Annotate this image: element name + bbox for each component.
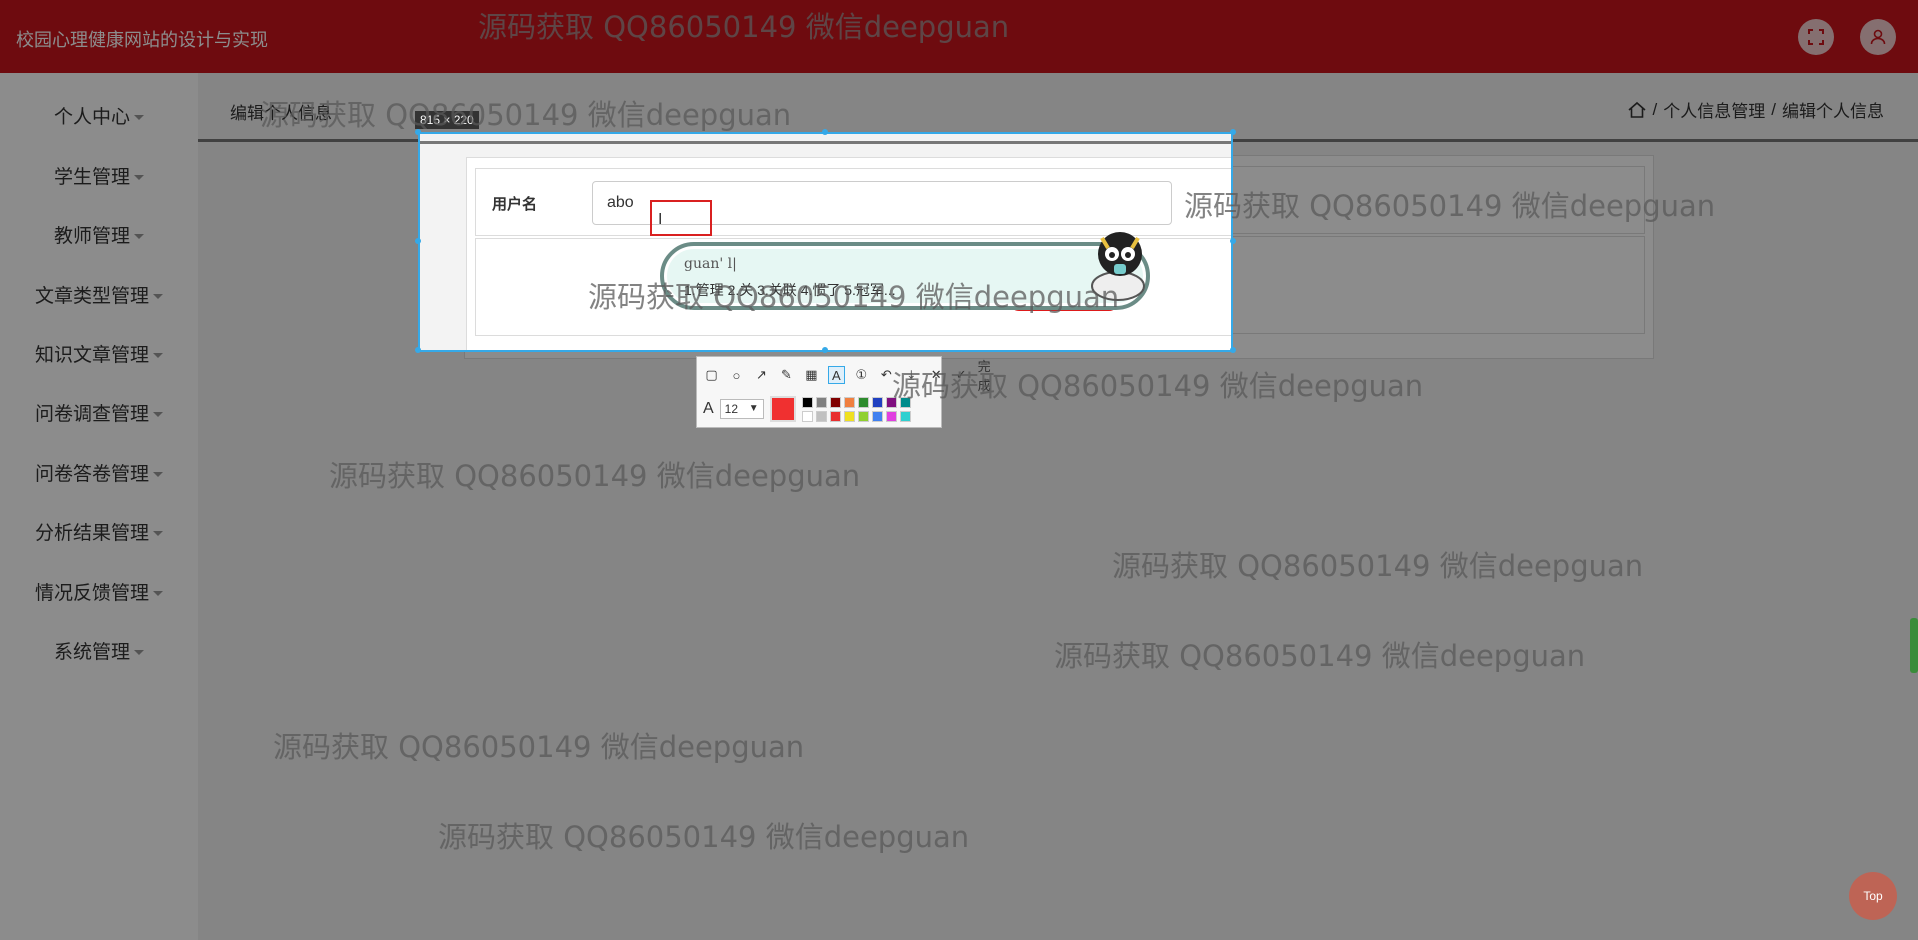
color-swatch[interactable] (843, 410, 855, 422)
back-to-top-button[interactable]: Top (1849, 872, 1897, 920)
sidebar-item-label: 知识文章管理 (34, 345, 149, 366)
caret-down-icon (134, 234, 144, 240)
scrollbar-thumb[interactable] (1910, 618, 1918, 673)
sidebar-item-label: 问卷答卷管理 (34, 464, 149, 485)
resize-handle[interactable] (1230, 347, 1236, 353)
sidebar-item-system[interactable]: 系统管理 (0, 633, 198, 673)
breadcrumb-separator: / (1771, 99, 1776, 119)
watermark: 源码获取 QQ86050149 微信deepguan (892, 369, 1424, 403)
color-swatch[interactable] (843, 396, 855, 408)
ime-input-text: guan' l| (684, 256, 737, 272)
resize-handle[interactable] (822, 347, 828, 353)
caret-down-icon (153, 531, 163, 537)
number-tool-icon[interactable]: ① (853, 366, 870, 384)
caret-down-icon (153, 353, 163, 359)
color-swatch[interactable] (857, 410, 869, 422)
resize-handle[interactable] (415, 238, 421, 244)
caret-down-icon (153, 294, 163, 300)
preview-divider (420, 141, 1231, 144)
watermark: 源码获取 QQ86050149 微信deepguan (438, 820, 970, 854)
watermark: 源码获取 QQ86050149 微信deepguan (1112, 549, 1644, 583)
sidebar-item-article-types[interactable]: 文章类型管理 (0, 277, 198, 317)
preview-username-label: 用户名 (492, 196, 538, 213)
watermark: 源码获取 QQ86050149 微信deepguan (1054, 639, 1586, 673)
expand-icon[interactable] (1798, 19, 1834, 55)
sidebar-item-label: 系统管理 (53, 642, 130, 663)
preview-form-row: 用户名 abo (475, 168, 1231, 236)
mosaic-tool-icon[interactable]: ▦ (803, 366, 820, 384)
color-swatch[interactable] (801, 410, 813, 422)
user-icon[interactable] (1860, 19, 1896, 55)
home-icon[interactable] (1627, 100, 1647, 120)
breadcrumb-item[interactable]: 个人信息管理 (1663, 97, 1765, 122)
color-swatch[interactable] (815, 410, 827, 422)
watermark: 源码获取 QQ86050149 微信deepguan (588, 280, 1120, 314)
color-swatch[interactable] (801, 396, 813, 408)
chevron-down-icon: ▼ (748, 403, 759, 414)
caret-down-icon (134, 175, 144, 181)
color-swatch[interactable] (899, 410, 911, 422)
font-size-icon: A (703, 400, 714, 417)
text-tool-icon[interactable]: A (827, 366, 845, 384)
caret-down-icon (153, 472, 163, 478)
resize-handle[interactable] (1230, 129, 1236, 135)
sidebar-item-label: 教师管理 (53, 226, 130, 247)
sidebar-item-label: 个人中心 (53, 107, 130, 128)
color-swatch[interactable] (829, 410, 841, 422)
text-cursor-icon: I (658, 211, 663, 228)
font-size-select[interactable]: 12 ▼ (719, 399, 764, 419)
breadcrumb-separator: / (1652, 99, 1658, 119)
caret-down-icon (134, 115, 144, 121)
arrow-tool-icon[interactable]: ↗ (753, 366, 770, 384)
app-title: 校园心理健康网站的设计与实现 (16, 30, 268, 50)
watermark: 源码获取 QQ86050149 微信deepguan (273, 730, 805, 764)
color-swatch[interactable] (857, 396, 869, 408)
watermark: 源码获取 QQ86050149 微信deepguan (260, 98, 792, 132)
sidebar-item-teachers[interactable]: 教师管理 (0, 217, 198, 257)
sidebar-item-label: 学生管理 (53, 167, 130, 188)
rectangle-tool-icon[interactable]: ▢ (703, 366, 720, 384)
sidebar: 个人中心 学生管理 教师管理 文章类型管理 知识文章管理 问卷调查管理 问卷答卷… (0, 73, 198, 940)
pen-tool-icon[interactable]: ✎ (778, 366, 795, 384)
sidebar-item-label: 问卷调查管理 (34, 404, 149, 425)
resize-handle[interactable] (822, 129, 828, 135)
caret-down-icon (153, 412, 163, 418)
sidebar-item-answers[interactable]: 问卷答卷管理 (0, 455, 198, 495)
caret-down-icon (153, 591, 163, 597)
style-row: A 12 ▼ (703, 395, 911, 423)
resize-handle[interactable] (1230, 238, 1236, 244)
breadcrumb-item: 编辑个人信息 (1782, 102, 1884, 121)
color-swatch[interactable] (815, 396, 827, 408)
breadcrumb: / 个人信息管理 / 编辑个人信息 (1627, 97, 1884, 122)
sidebar-item-analysis[interactable]: 分析结果管理 (0, 514, 198, 554)
ellipse-tool-icon[interactable]: ○ (728, 366, 745, 384)
watermark: 源码获取 QQ86050149 微信deepguan (329, 459, 861, 493)
font-size-value: 12 (724, 402, 739, 416)
color-swatch[interactable] (871, 410, 883, 422)
resize-handle[interactable] (415, 347, 421, 353)
color-swatch[interactable] (871, 396, 883, 408)
sidebar-item-personal-center[interactable]: 个人中心 (0, 98, 198, 138)
color-swatch[interactable] (885, 410, 897, 422)
current-color-swatch[interactable] (769, 396, 796, 422)
caret-down-icon (134, 650, 144, 656)
watermark: 源码获取 QQ86050149 微信deepguan (478, 10, 1010, 44)
sidebar-item-label: 文章类型管理 (34, 286, 149, 307)
sidebar-item-feedback[interactable]: 情况反馈管理 (0, 574, 198, 614)
sidebar-item-label: 分析结果管理 (34, 523, 149, 544)
sidebar-item-knowledge-articles[interactable]: 知识文章管理 (0, 336, 198, 376)
color-swatch[interactable] (829, 396, 841, 408)
sidebar-item-label: 情况反馈管理 (34, 583, 149, 604)
sidebar-item-students[interactable]: 学生管理 (0, 158, 198, 198)
sidebar-item-surveys[interactable]: 问卷调查管理 (0, 395, 198, 435)
watermark: 源码获取 QQ86050149 微信deepguan (1184, 189, 1716, 223)
